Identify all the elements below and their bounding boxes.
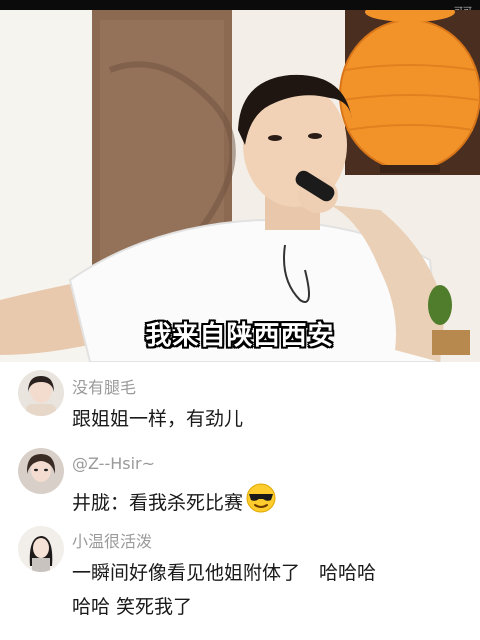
video-frame <box>0 10 480 362</box>
avatar[interactable] <box>18 370 64 416</box>
comment-list: 没有腿毛 跟姐姐一样，有劲儿 @Z--Hsir~ 井胧：看我杀死比赛 小温很活泼… <box>0 362 480 640</box>
comment-text-line-2: 哈哈 笑死我了 <box>72 596 193 618</box>
comment-text: 井胧：看我杀死比赛 <box>72 482 467 525</box>
video-subtitle: 我来自陕西西安 <box>145 321 335 351</box>
comment-username[interactable]: 没有腿毛 <box>72 374 136 398</box>
top-bar: 可可 <box>0 0 480 17</box>
comment-text-content: 井胧：看我杀死比赛 <box>72 492 244 514</box>
comment-username[interactable]: 小温很活泼 <box>72 528 152 552</box>
comment-text-line-1: 一瞬间好像看见他姐附体了 哈哈哈 <box>72 562 377 584</box>
comment-username[interactable]: @Z--Hsir~ <box>72 454 155 473</box>
avatar[interactable] <box>18 526 64 572</box>
avatar[interactable] <box>18 448 64 494</box>
sunglasses-face-icon <box>245 482 277 525</box>
video-player[interactable]: 我来自陕西西安 <box>0 10 480 362</box>
comment-text: 跟姐姐一样，有劲儿 <box>72 408 244 430</box>
